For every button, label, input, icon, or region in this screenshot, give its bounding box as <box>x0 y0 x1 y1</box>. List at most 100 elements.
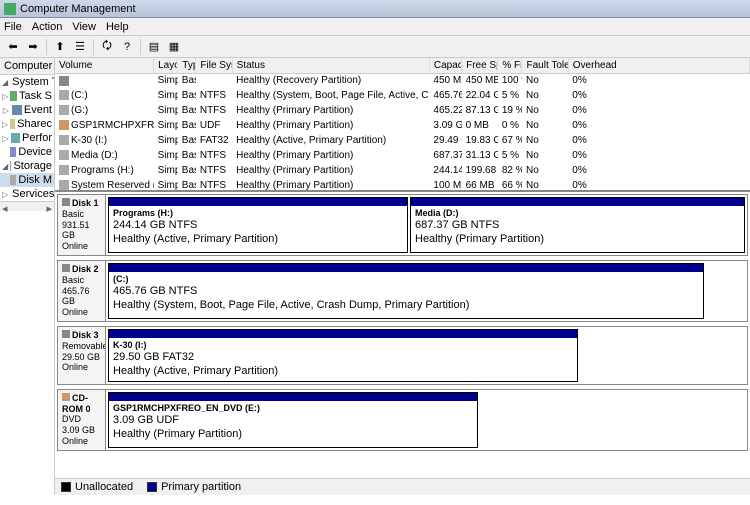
menu-help[interactable]: Help <box>106 21 129 33</box>
expand-icon[interactable]: ◢ <box>2 162 8 171</box>
col-header[interactable]: Layout <box>154 58 178 73</box>
volume-row[interactable]: (C:)SimpleBasicNTFSHealthy (System, Boot… <box>55 88 750 103</box>
forward-button[interactable]: ➡ <box>24 38 42 56</box>
partition-title: Programs (H:) <box>113 208 173 218</box>
disk-row: Disk 2Basic465.76 GBOnline(C:)465.76 GB … <box>57 260 748 322</box>
volume-icon <box>59 105 69 115</box>
props-button[interactable]: ☰ <box>71 38 89 56</box>
volume-icon <box>59 120 69 130</box>
disk-header[interactable]: Disk 2Basic465.76 GBOnline <box>58 261 106 321</box>
tree-node[interactable]: ▷ Event <box>0 103 54 117</box>
partition-bar <box>109 264 703 272</box>
disk-header[interactable]: Disk 1Basic931.51 GBOnline <box>58 195 106 255</box>
volume-row[interactable]: (G:)SimpleBasicNTFSHealthy (Primary Part… <box>55 103 750 118</box>
node-icon <box>10 147 17 157</box>
legend-swatch-primary <box>147 482 157 492</box>
partition-title: Media (D:) <box>415 208 459 218</box>
col-header[interactable]: % Free <box>498 58 522 73</box>
col-header[interactable]: Type <box>178 58 196 73</box>
disk-header[interactable]: CD-ROM 0DVD3.09 GBOnline <box>58 390 106 450</box>
volume-icon <box>59 90 69 100</box>
volume-row[interactable]: K-30 (I:)SimpleBasicFAT32Healthy (Active… <box>55 133 750 148</box>
legend: Unallocated Primary partition <box>55 478 750 495</box>
disk-icon <box>62 393 70 401</box>
partition[interactable]: Media (D:)687.37 GB NTFS Healthy (Primary… <box>410 197 745 253</box>
node-icon <box>10 175 17 185</box>
col-header[interactable]: Status <box>232 58 429 73</box>
tree-node[interactable]: ◢ System To <box>0 75 54 89</box>
view1-button[interactable]: ▤ <box>145 38 163 56</box>
tree-node[interactable]: ◢Storage <box>0 159 54 173</box>
volume-icon <box>59 135 69 145</box>
expand-icon[interactable]: ▷ <box>2 92 8 101</box>
col-header[interactable]: Free Space <box>462 58 498 73</box>
partition-size: 29.50 GB FAT32 <box>113 351 194 363</box>
volume-icon <box>59 76 69 86</box>
tree-node[interactable]: ▷ Task S <box>0 89 54 103</box>
partition-bar <box>109 198 407 206</box>
node-label: Event <box>24 104 52 116</box>
partition[interactable]: (C:)465.76 GB NTFSHealthy (System, Boot,… <box>108 263 704 319</box>
expand-icon[interactable]: ▷ <box>2 106 10 115</box>
partition-title: GSP1RMCHPXFREO_EN_DVD (E:) <box>113 403 260 413</box>
menu-bar: File Action View Help <box>0 18 750 36</box>
expand-icon[interactable]: ▷ <box>2 120 8 129</box>
partition-bar <box>109 330 577 338</box>
tree-node[interactable]: Device <box>0 145 54 159</box>
col-header[interactable]: File System <box>196 58 232 73</box>
window-title: Computer Management <box>20 3 136 15</box>
expand-icon[interactable]: ▷ <box>2 134 9 143</box>
node-label: Sharec <box>17 118 52 130</box>
partition[interactable]: Programs (H:)244.14 GB NTFSHealthy (Acti… <box>108 197 408 253</box>
node-label: Task S <box>19 90 52 102</box>
volume-icon <box>59 165 69 175</box>
menu-view[interactable]: View <box>72 21 96 33</box>
up-button[interactable]: ⬆ <box>51 38 69 56</box>
tree-node[interactable]: ▷ Perfor <box>0 131 54 145</box>
node-icon <box>10 161 11 171</box>
refresh-button[interactable]: 🗘 <box>98 38 116 56</box>
volume-grid[interactable]: VolumeLayoutTypeFile SystemStatusCapacit… <box>55 58 750 190</box>
volume-row[interactable]: Programs (H:)SimpleBasicNTFSHealthy (Pri… <box>55 163 750 178</box>
disk-row: CD-ROM 0DVD3.09 GBOnlineGSP1RMCHPXFREO_E… <box>57 389 748 451</box>
view2-button[interactable]: ▦ <box>165 38 183 56</box>
col-header[interactable]: Volume <box>55 58 154 73</box>
partition-bar <box>109 393 477 401</box>
partition[interactable]: GSP1RMCHPXFREO_EN_DVD (E:)3.09 GB UDFHea… <box>108 392 478 448</box>
node-label: System To <box>12 76 54 88</box>
tree-node[interactable]: ▷ Services a <box>0 187 54 201</box>
tree-scrollbar[interactable]: ◂▸ <box>0 201 54 211</box>
expand-icon[interactable]: ◢ <box>2 78 8 87</box>
disk-header[interactable]: Disk 3Removable29.50 GBOnline <box>58 327 106 384</box>
volume-icon <box>59 150 69 160</box>
disk-map[interactable]: Disk 1Basic931.51 GBOnlinePrograms (H:)2… <box>55 190 750 478</box>
legend-swatch-unallocated <box>61 482 71 492</box>
node-label: Perfor <box>22 132 52 144</box>
node-icon <box>10 91 17 101</box>
partition-status: Healthy (System, Boot, Page File, Active… <box>113 299 469 311</box>
expand-icon[interactable]: ▷ <box>2 190 8 199</box>
partition[interactable]: K-30 (I:)29.50 GB FAT32Healthy (Active, … <box>108 329 578 382</box>
partition-size: 687.37 GB NTFS <box>415 219 499 231</box>
col-header[interactable]: Capacity <box>429 58 461 73</box>
col-header[interactable]: Fault Tolerance <box>522 58 568 73</box>
volume-row[interactable]: GSP1RMCHPXFREO_EN_DVD (E:)SimpleBasicUDF… <box>55 118 750 133</box>
tree-node[interactable]: ▷ Sharec <box>0 117 54 131</box>
disk-icon <box>62 330 70 338</box>
tree-node[interactable]: Disk M <box>0 173 54 187</box>
node-label: Services a <box>12 188 54 200</box>
volume-row[interactable]: Media (D:)SimpleBasicNTFSHealthy (Primar… <box>55 148 750 163</box>
back-button[interactable]: ⬅ <box>4 38 22 56</box>
menu-file[interactable]: File <box>4 21 22 33</box>
volume-row[interactable]: System Reserved (F:)SimpleBasicNTFSHealt… <box>55 178 750 190</box>
nav-tree[interactable]: Computer Ma ◢System To▷Task S▷Event▷Shar… <box>0 58 55 495</box>
volume-row[interactable]: SimpleBasicHealthy (Recovery Partition)4… <box>55 73 750 88</box>
volume-icon <box>59 180 69 190</box>
disk-icon <box>62 264 70 272</box>
menu-action[interactable]: Action <box>32 21 63 33</box>
grid-header-row[interactable]: VolumeLayoutTypeFile SystemStatusCapacit… <box>55 58 750 73</box>
app-icon <box>4 3 16 15</box>
help-button[interactable]: ? <box>118 38 136 56</box>
col-header[interactable]: Overhead <box>568 58 749 73</box>
partition-status: Healthy (Primary Partition) <box>415 233 544 245</box>
